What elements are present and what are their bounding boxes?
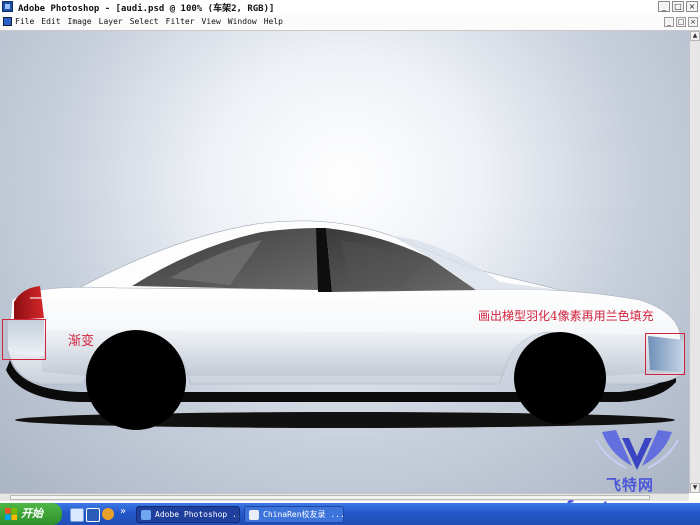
menu-layer[interactable]: Layer [99, 17, 123, 26]
media-player-icon[interactable] [102, 508, 114, 520]
start-label: 开始 [21, 507, 43, 520]
window-controls: _ □ × [658, 1, 698, 12]
menu-file[interactable]: File [15, 17, 34, 26]
start-button[interactable]: 开始 [0, 503, 62, 525]
maximize-button[interactable]: □ [672, 1, 684, 12]
quicklaunch-more-icon[interactable]: » [120, 506, 126, 517]
document-icon[interactable] [3, 17, 12, 26]
vertical-scrollbar[interactable]: ▲ ▼ [689, 31, 700, 493]
menu-bar: File Edit Image Layer Select Filter View… [0, 15, 700, 31]
menu-help[interactable]: Help [264, 17, 283, 26]
task-chinaren-label: ChinaRen校友录 ... [263, 510, 344, 519]
scroll-up-icon[interactable]: ▲ [690, 31, 700, 41]
task-photoshop[interactable]: Adobe Photoshop ... [136, 506, 240, 523]
gradient-annotation: 渐变 [68, 334, 95, 349]
title-bar: Adobe Photoshop - [audi.psd @ 100% (车架2,… [0, 0, 700, 16]
document-canvas[interactable] [0, 31, 689, 493]
windows-logo-icon [5, 508, 17, 520]
menu-edit[interactable]: Edit [41, 17, 60, 26]
browser-task-icon [249, 510, 259, 520]
front-fill-highlight [645, 333, 685, 375]
menu-filter[interactable]: Filter [166, 17, 195, 26]
taskbar: 开始 » Adobe Photoshop ... ChinaRen校友录 ... [0, 503, 700, 525]
doc-minimize-button[interactable]: _ [664, 17, 674, 27]
rear-gradient-highlight [2, 319, 46, 360]
doc-close-button[interactable]: × [688, 17, 698, 27]
minimize-button[interactable]: _ [658, 1, 670, 12]
menu-window[interactable]: Window [228, 17, 257, 26]
car-front-wheel [514, 332, 606, 424]
close-button[interactable]: × [686, 1, 698, 12]
doc-restore-button[interactable]: □ [676, 17, 686, 27]
fill-annotation: 画出梯型羽化4像素再用兰色填充 [478, 309, 654, 323]
menu-image[interactable]: Image [68, 17, 92, 26]
scroll-down-icon[interactable]: ▼ [690, 483, 700, 493]
task-chinaren[interactable]: ChinaRen校友录 ... [244, 506, 344, 523]
task-photoshop-label: Adobe Photoshop ... [155, 510, 240, 519]
ie-icon[interactable] [70, 508, 84, 522]
window-title: Adobe Photoshop - [audi.psd @ 100% (车架2,… [18, 4, 275, 14]
car-tail-light [14, 286, 44, 320]
menu-items: File Edit Image Layer Select Filter View… [15, 17, 283, 26]
horizontal-scroll-thumb[interactable] [10, 495, 650, 500]
car-illustration [6, 220, 685, 430]
menu-view[interactable]: View [202, 17, 221, 26]
word-icon[interactable] [86, 508, 100, 522]
photoshop-task-icon [141, 510, 151, 520]
menu-select[interactable]: Select [130, 17, 159, 26]
watermark-line1: 飞特网 [606, 476, 655, 494]
car-rear-wheel [86, 330, 186, 430]
photoshop-app-icon[interactable] [2, 1, 13, 12]
document-controls: _ □ × [664, 17, 698, 27]
